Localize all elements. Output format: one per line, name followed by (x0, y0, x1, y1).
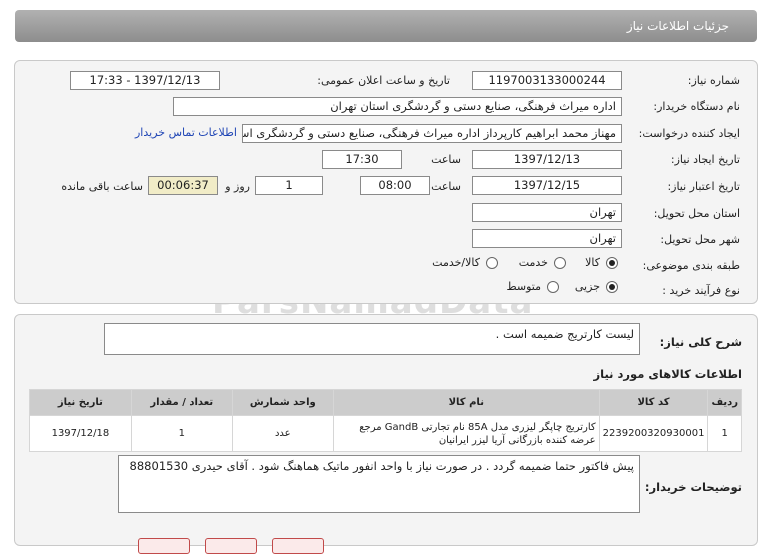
process-minor-radio[interactable] (606, 281, 618, 293)
process-medium-radio[interactable] (547, 281, 559, 293)
contact-buyer-link[interactable]: اطلاعات تماس خریدار (135, 126, 237, 139)
col-name-header: نام کالا (332, 389, 600, 416)
validity-time-label: ساعت (431, 180, 461, 193)
validity-time-field: 08:00 (360, 176, 430, 195)
category-both-radio[interactable] (486, 257, 498, 269)
action-button-left[interactable] (138, 538, 190, 554)
remaining-label: ساعت باقی مانده (61, 180, 143, 193)
creator-field: مهناز محمد ابراهیم کارپرداز اداره میراث … (242, 124, 622, 143)
city-label: شهر محل تحویل: (660, 233, 740, 246)
validity-date-field: 1397/12/15 (472, 176, 622, 195)
process-minor-label: جزیی (574, 280, 600, 293)
items-table: ردیف کد کالا نام کالا واحد شمارش تعداد /… (29, 389, 742, 452)
action-button-right[interactable] (272, 538, 324, 554)
category-both-label: کالا/خدمت (432, 256, 480, 269)
col-row-header: ردیف (707, 389, 742, 416)
category-goods-label: کالا (585, 256, 600, 269)
need-number-label: شماره نیاز: (687, 74, 740, 87)
created-date-field: 1397/12/13 (472, 150, 622, 169)
items-table-header-row: ردیف کد کالا نام کالا واحد شمارش تعداد /… (29, 389, 742, 416)
created-time-field: 17:30 (322, 150, 402, 169)
province-field: تهران (472, 203, 622, 222)
col-qty-header: تعداد / مقدار (130, 389, 233, 416)
announce-field: 1397/12/13 - 17:33 (70, 71, 220, 90)
created-date-label: تاریخ ایجاد نیاز: (670, 153, 740, 166)
need-number-field: 1197003133000244 (472, 71, 622, 90)
buyer-notes-label: توضیحات خریدار: (644, 480, 742, 494)
buyer-org-label: نام دستگاه خریدار: (653, 100, 740, 113)
items-section-title: اطلاعات کالاهای مورد نیاز (593, 367, 742, 381)
buyer-notes-field: پیش فاکتور حتما ضمیمه گردد . در صورت نیا… (118, 455, 640, 513)
announce-label: تاریخ و ساعت اعلان عمومی: (317, 74, 450, 87)
days-label: روز و (225, 180, 250, 193)
general-description-field: لیست کارتریج ضمیمه است . (104, 323, 640, 355)
days-field: 1 (255, 176, 323, 195)
col-code-header: کد کالا (598, 389, 709, 416)
remaining-time-field: 00:06:37 (148, 176, 218, 195)
item-qty-cell: 1 (130, 415, 233, 452)
item-name-cell: کارتریج چاپگر لیزری مدل 85A نام تجارتی G… (332, 415, 600, 452)
creator-label: ایجاد کننده درخواست: (638, 127, 740, 140)
created-time-label: ساعت (431, 153, 461, 166)
page-title: جزئیات اطلاعات نیاز (626, 19, 729, 33)
col-date-header: تاریخ نیاز (29, 389, 132, 416)
page-header: جزئیات اطلاعات نیاز (15, 10, 757, 42)
col-unit-header: واحد شمارش (231, 389, 334, 416)
category-label: طبقه بندی موضوعی: (642, 259, 740, 272)
general-description-label: شرح کلی نیاز: (659, 335, 742, 349)
city-field: تهران (472, 229, 622, 248)
category-service-label: خدمت (518, 256, 548, 269)
validity-label: تاریخ اعتبار نیاز: (667, 180, 740, 193)
province-label: استان محل تحویل: (653, 207, 740, 220)
table-row: 1 2239200320930001 کارتریج چاپگر لیزری م… (29, 415, 742, 452)
item-unit-cell: عدد (231, 415, 334, 452)
process-label: نوع فرآیند خرید : (662, 284, 740, 297)
buyer-org-field: اداره میراث فرهنگی، صنایع دستی و گردشگری… (173, 97, 622, 116)
process-medium-label: متوسط (506, 280, 541, 293)
category-goods-radio[interactable] (606, 257, 618, 269)
category-service-radio[interactable] (554, 257, 566, 269)
row-number-cell: 1 (707, 415, 742, 452)
item-code-cell: 2239200320930001 (598, 415, 709, 452)
item-date-cell: 1397/12/18 (29, 415, 132, 452)
action-button-middle[interactable] (205, 538, 257, 554)
